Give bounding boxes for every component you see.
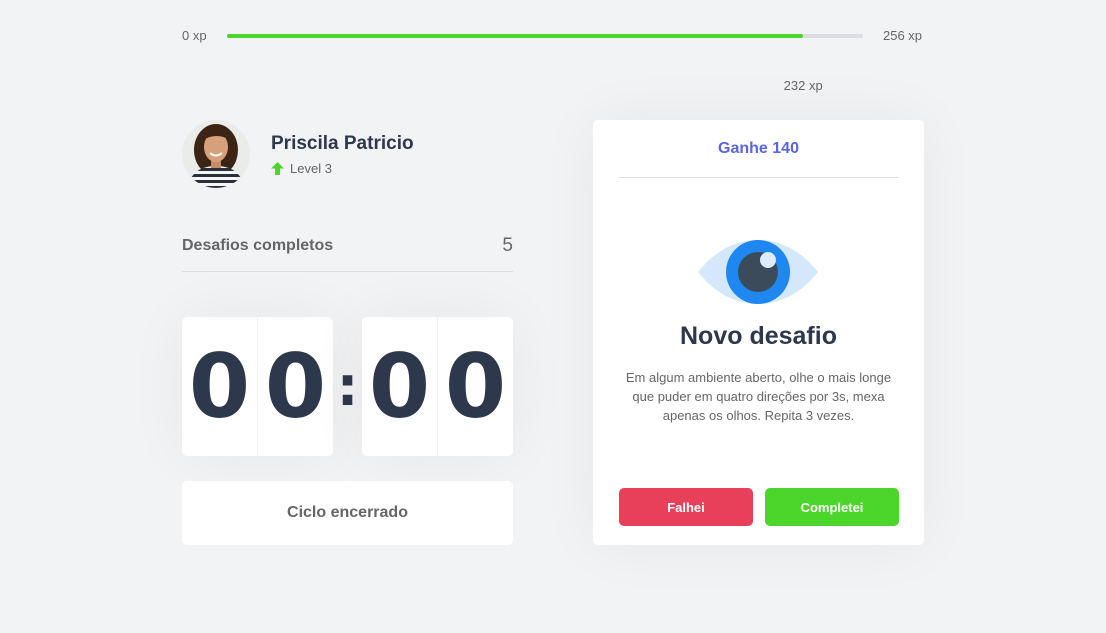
minute-digit-right: 0 <box>257 317 333 456</box>
challenge-title: Novo desafio <box>680 322 837 350</box>
countdown: 0 0 : 0 0 <box>182 317 513 456</box>
xp-progress-track: 232 xp <box>227 34 863 93</box>
profile: Priscila Patricio Level 3 <box>182 120 414 188</box>
second-digit-left: 0 <box>368 335 431 438</box>
completed-challenges: Desafios completos 5 <box>182 232 513 272</box>
challenge-reward-header: Ganhe 140 <box>619 120 898 178</box>
xp-min-label: 0 xp <box>182 28 207 43</box>
xp-progress-fill <box>227 34 804 38</box>
completed-challenges-label: Desafios completos <box>182 237 334 254</box>
profile-level: Level 3 <box>271 161 414 176</box>
countdown-seconds: 0 0 <box>362 317 513 456</box>
main-page: 0 xp 232 xp 256 xp Priscila Patricio Lev… <box>0 0 1106 633</box>
countdown-minutes: 0 0 <box>182 317 333 456</box>
countdown-separator: : <box>336 355 359 418</box>
level-up-arrow-icon <box>271 161 284 175</box>
xp-current-label: 232 xp <box>783 78 823 93</box>
cycle-ended-button[interactable]: Ciclo encerrado <box>182 481 513 545</box>
profile-name: Priscila Patricio <box>271 132 414 154</box>
challenge-description: Em algum ambiente aberto, olhe o mais lo… <box>625 370 892 423</box>
failed-button[interactable]: Falhei <box>619 488 753 526</box>
second-digit-right: 0 <box>437 317 513 456</box>
profile-info: Priscila Patricio Level 3 <box>271 133 414 176</box>
eye-icon <box>697 240 819 304</box>
xp-max-label: 256 xp <box>883 28 923 43</box>
minute-digit-left: 0 <box>188 335 251 438</box>
completed-button[interactable]: Completei <box>765 488 899 526</box>
avatar <box>182 120 250 188</box>
level-label: Level 3 <box>290 160 332 176</box>
challenge-card: Ganhe 140 Novo desafio Em algum ambiente… <box>593 120 924 545</box>
completed-challenges-count: 5 <box>502 235 513 256</box>
